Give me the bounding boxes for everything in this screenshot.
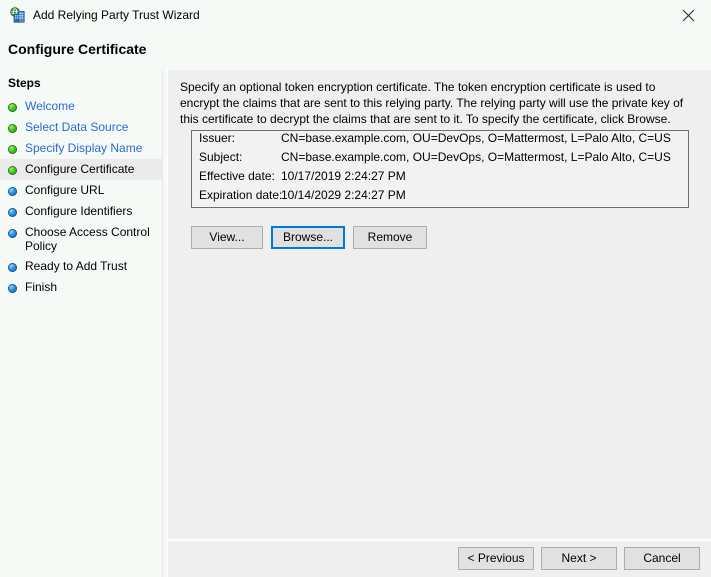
sidebar-item-configure-certificate[interactable]: Configure Certificate [0, 159, 162, 180]
step-bullet-icon [8, 229, 17, 238]
sidebar-item-label: Finish [25, 280, 57, 294]
step-bullet-icon [8, 166, 17, 175]
sidebar-item-welcome[interactable]: Welcome [0, 96, 162, 117]
certificate-expiration-date-label: Expiration date: [199, 188, 281, 202]
sidebar-item-specify-display-name[interactable]: Specify Display Name [0, 138, 162, 159]
step-bullet-icon [8, 284, 17, 293]
certificate-expiration-date-value: 10/14/2029 2:24:27 PM [281, 188, 406, 202]
title-bar: Add Relying Party Trust Wizard [0, 0, 711, 30]
step-bullet-icon [8, 124, 17, 133]
view-certificate-button[interactable]: View... [191, 226, 263, 249]
window-title: Add Relying Party Trust Wizard [33, 7, 200, 23]
sidebar-item-finish[interactable]: Finish [0, 277, 162, 298]
sidebar-item-label: Select Data Source [25, 120, 128, 134]
content-panel: Specify an optional token encryption cer… [167, 70, 711, 540]
cancel-button[interactable]: Cancel [624, 547, 700, 570]
sidebar-item-label: Configure URL [25, 183, 104, 197]
browse-certificate-button[interactable]: Browse... [271, 226, 345, 249]
sidebar-item-configure-url[interactable]: Configure URL [0, 180, 162, 201]
certificate-issuer-row: Issuer: CN=base.example.com, OU=DevOps, … [192, 131, 688, 150]
certificate-expiration-date-row: Expiration date: 10/14/2029 2:24:27 PM [192, 188, 688, 207]
wizard-navigation-buttons: < Previous Next > Cancel [458, 547, 700, 570]
sidebar-item-label: Welcome [25, 99, 75, 113]
certificate-effective-date-label: Effective date: [199, 169, 281, 183]
certificate-details-box: Issuer: CN=base.example.com, OU=DevOps, … [191, 130, 689, 208]
step-bullet-icon [8, 263, 17, 272]
step-bullet-icon [8, 187, 17, 196]
adfs-wizard-icon [9, 7, 25, 23]
certificate-issuer-label: Issuer: [199, 131, 281, 145]
close-icon[interactable] [665, 0, 711, 30]
page-title: Configure Certificate [8, 41, 146, 57]
sidebar-item-label: Choose Access Control Policy [25, 225, 153, 253]
certificate-effective-date-row: Effective date: 10/17/2019 2:24:27 PM [192, 169, 688, 188]
sidebar-item-label: Configure Identifiers [25, 204, 132, 218]
page-header: Configure Certificate [0, 30, 711, 69]
footer-bar: < Previous Next > Cancel [167, 541, 711, 577]
certificate-subject-row: Subject: CN=base.example.com, OU=DevOps,… [192, 150, 688, 169]
description-text: Specify an optional token encryption cer… [180, 79, 698, 127]
next-button[interactable]: Next > [541, 547, 617, 570]
step-bullet-icon [8, 208, 17, 217]
steps-sidebar: Steps Welcome Select Data Source Specify… [0, 70, 163, 577]
steps-heading: Steps [8, 76, 41, 90]
sidebar-item-label: Configure Certificate [25, 162, 134, 176]
certificate-issuer-value: CN=base.example.com, OU=DevOps, O=Matter… [281, 131, 671, 145]
step-bullet-icon [8, 145, 17, 154]
remove-certificate-button[interactable]: Remove [353, 226, 427, 249]
step-bullet-icon [8, 103, 17, 112]
wizard-window: Add Relying Party Trust Wizard Configure… [0, 0, 711, 577]
sidebar-item-label: Specify Display Name [25, 141, 142, 155]
certificate-effective-date-value: 10/17/2019 2:24:27 PM [281, 169, 406, 183]
steps-list: Welcome Select Data Source Specify Displ… [0, 96, 162, 298]
sidebar-item-configure-identifiers[interactable]: Configure Identifiers [0, 201, 162, 222]
sidebar-item-choose-access-control-policy[interactable]: Choose Access Control Policy [0, 222, 162, 256]
previous-button[interactable]: < Previous [458, 547, 534, 570]
sidebar-item-label: Ready to Add Trust [25, 259, 127, 273]
certificate-subject-label: Subject: [199, 150, 281, 164]
sidebar-item-ready-to-add-trust[interactable]: Ready to Add Trust [0, 256, 162, 277]
certificate-actions: View... Browse... Remove [191, 226, 427, 249]
sidebar-item-select-data-source[interactable]: Select Data Source [0, 117, 162, 138]
certificate-subject-value: CN=base.example.com, OU=DevOps, O=Matter… [281, 150, 671, 164]
